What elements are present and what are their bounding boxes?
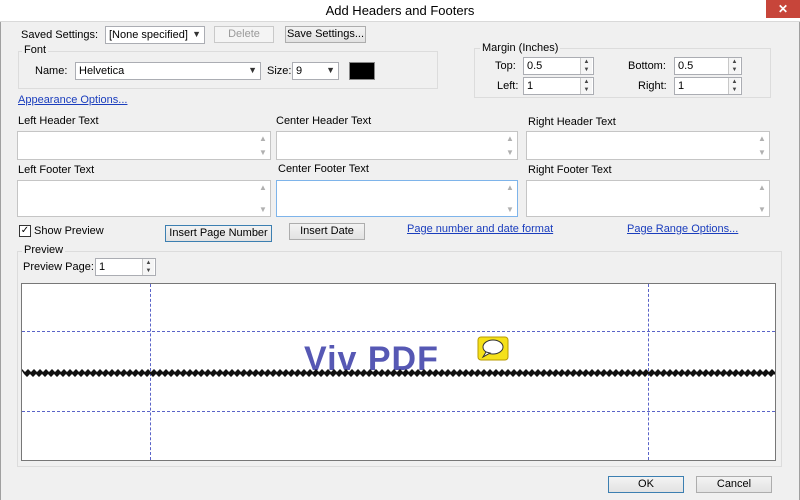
margin-top-label: Top: [495,60,516,72]
spin-up-icon[interactable]: ▲ [581,58,592,66]
font-color-swatch[interactable] [349,62,375,80]
show-preview-checkbox[interactable]: ✓ [19,225,31,237]
checkmark-icon: ✓ [20,225,30,236]
chevron-down-icon: ▼ [248,65,257,75]
insert-date-button[interactable]: Insert Date [289,223,365,240]
page-range-options-link[interactable]: Page Range Options... [627,223,738,235]
margin-left-value: 1 [527,80,534,92]
margin-bottom-value: 0.5 [678,60,694,72]
scrollbar[interactable]: ▲ ▼ [257,181,270,216]
font-group-title: Font [22,44,49,56]
spin-up-icon[interactable]: ▲ [581,78,592,86]
spin-up-icon[interactable]: ▲ [729,78,740,86]
chevron-down-icon: ▼ [192,29,201,39]
saved-settings-value: [None specified] [109,29,188,41]
spin-down-icon[interactable]: ▼ [729,66,740,74]
center-header-input[interactable]: ▲ ▼ [276,131,518,160]
scrollbar[interactable]: ▲ ▼ [504,132,517,159]
header-margin-guide [22,331,775,332]
spin-down-icon[interactable]: ▼ [581,86,592,94]
close-icon[interactable]: ✕ [778,2,788,16]
right-header-input[interactable]: ▲ ▼ [526,131,770,160]
appearance-options-link[interactable]: Appearance Options... [18,94,127,106]
scrollbar[interactable]: ▲ ▼ [257,132,270,159]
spin-up-icon[interactable]: ▲ [729,58,740,66]
save-settings-button[interactable]: Save Settings... [285,26,366,43]
margin-right-spinner[interactable]: ▲ ▼ [728,78,740,94]
preview-page-value: 1 [99,261,106,273]
ok-button[interactable]: OK [608,476,684,493]
show-preview-label: Show Preview [34,225,104,237]
left-footer-input[interactable]: ▲ ▼ [17,180,271,217]
saved-settings-select[interactable]: [None specified] ▼ [105,26,205,44]
saved-settings-label: Saved Settings: [21,29,99,41]
chevron-down-icon: ▼ [326,65,335,75]
margin-top-spinner[interactable]: ▲ ▼ [580,58,592,74]
footer-margin-guide [22,411,775,412]
scrollbar[interactable]: ▲ ▼ [504,181,517,216]
right-footer-input[interactable]: ▲ ▼ [526,180,770,217]
preview-page-spinner[interactable]: ▲ ▼ [142,259,154,275]
center-header-label: Center Header Text [276,115,372,127]
scrollbar[interactable]: ▲ ▼ [756,132,769,159]
margin-bottom-spinner[interactable]: ▲ ▼ [728,58,740,74]
left-header-label: Left Header Text [18,115,99,127]
cancel-button[interactable]: Cancel [696,476,772,493]
margin-top-value: 0.5 [527,60,543,72]
left-footer-label: Left Footer Text [18,164,95,176]
margin-left-label: Left: [497,80,519,92]
margin-right-label: Right: [638,80,667,92]
page-number-format-link[interactable]: Page number and date format [407,223,553,235]
insert-page-number-button[interactable]: Insert Page Number [165,225,272,242]
font-size-label: Size: [267,65,292,77]
spin-down-icon[interactable]: ▼ [729,86,740,94]
margin-right-value: 1 [678,80,685,92]
preview-page-label: Preview Page: [23,261,94,273]
font-size-select[interactable]: 9 ▼ [292,62,339,80]
right-header-label: Right Header Text [528,116,616,128]
delete-button[interactable]: Delete [214,26,274,43]
spin-down-icon[interactable]: ▼ [581,66,592,74]
margin-bottom-label: Bottom: [628,60,666,72]
margin-left-spinner[interactable]: ▲ ▼ [580,78,592,94]
center-footer-label: Center Footer Text [278,163,369,175]
left-header-input[interactable]: ▲ ▼ [17,131,271,160]
center-footer-input[interactable]: ▲ ▼ [276,180,518,217]
preview-canvas: Viv PDF [21,283,776,461]
margin-group-title: Margin (Inches) [480,42,561,54]
spin-up-icon[interactable]: ▲ [143,259,154,267]
font-name-select[interactable]: Helvetica ▼ [75,62,261,80]
right-footer-label: Right Footer Text [528,164,612,176]
font-name-label: Name: [35,65,68,77]
speech-bubble-icon [477,336,509,361]
font-size-value: 9 [296,65,303,77]
scrollbar[interactable]: ▲ ▼ [756,181,769,216]
close-button[interactable]: ✕ [766,0,800,18]
spin-down-icon[interactable]: ▼ [143,267,154,275]
preview-group-title: Preview [22,244,66,256]
window-title: Add Headers and Footers [325,3,475,18]
font-name-value: Helvetica [79,65,125,77]
page-break-tear-icon [22,369,775,377]
